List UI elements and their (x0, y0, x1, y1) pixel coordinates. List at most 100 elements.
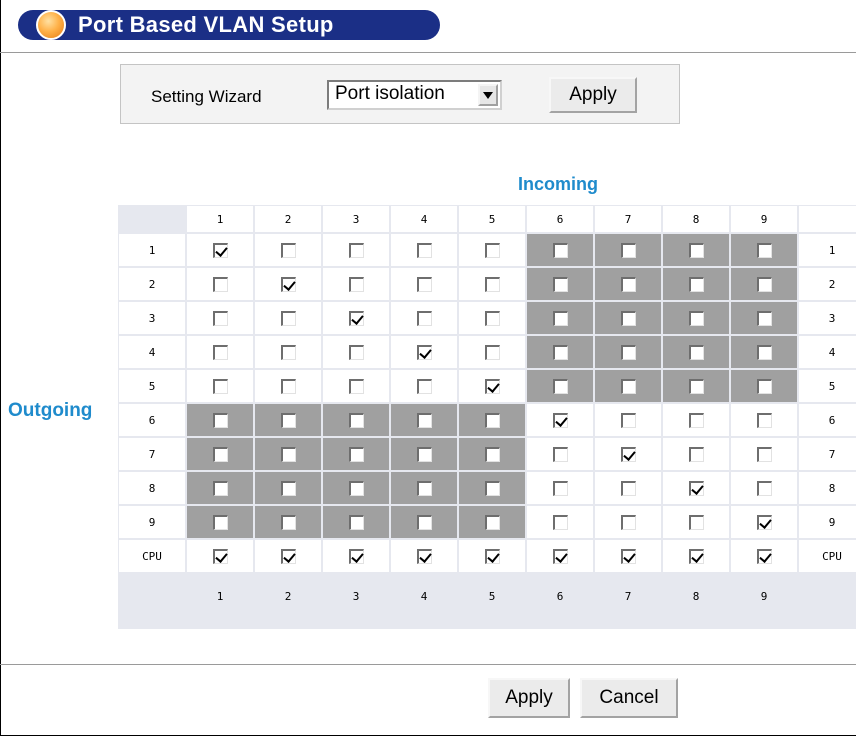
port-checkbox[interactable] (212, 480, 228, 496)
port-checkbox[interactable] (756, 446, 772, 462)
port-checkbox[interactable] (688, 276, 704, 292)
port-checkbox[interactable] (212, 548, 228, 564)
port-checkbox[interactable] (688, 514, 704, 530)
port-checkbox[interactable] (212, 344, 228, 360)
port-checkbox[interactable] (756, 310, 772, 326)
port-checkbox[interactable] (484, 242, 500, 258)
port-checkbox[interactable] (212, 378, 228, 394)
port-checkbox[interactable] (688, 446, 704, 462)
port-checkbox[interactable] (552, 276, 568, 292)
port-checkbox[interactable] (280, 310, 296, 326)
port-checkbox[interactable] (416, 480, 432, 496)
port-checkbox[interactable] (348, 378, 364, 394)
port-checkbox[interactable] (348, 548, 364, 564)
apply-button[interactable]: Apply (488, 678, 570, 718)
port-checkbox[interactable] (484, 412, 500, 428)
port-checkbox[interactable] (484, 514, 500, 530)
port-checkbox[interactable] (688, 344, 704, 360)
port-checkbox[interactable] (756, 412, 772, 428)
port-checkbox[interactable] (620, 276, 636, 292)
matrix-cell (595, 370, 661, 402)
port-checkbox[interactable] (484, 548, 500, 564)
port-checkbox[interactable] (348, 276, 364, 292)
setting-wizard-select[interactable]: Port isolation (327, 80, 502, 110)
port-checkbox[interactable] (416, 514, 432, 530)
port-checkbox[interactable] (212, 310, 228, 326)
port-checkbox[interactable] (620, 548, 636, 564)
port-checkbox[interactable] (212, 412, 228, 428)
port-checkbox[interactable] (620, 344, 636, 360)
port-checkbox[interactable] (620, 378, 636, 394)
port-checkbox[interactable] (756, 276, 772, 292)
port-checkbox[interactable] (416, 548, 432, 564)
port-checkbox[interactable] (688, 412, 704, 428)
port-checkbox[interactable] (552, 412, 568, 428)
port-checkbox[interactable] (348, 480, 364, 496)
port-checkbox[interactable] (484, 446, 500, 462)
port-checkbox[interactable] (552, 514, 568, 530)
port-checkbox[interactable] (620, 446, 636, 462)
port-checkbox[interactable] (348, 344, 364, 360)
port-checkbox[interactable] (212, 276, 228, 292)
port-checkbox[interactable] (416, 242, 432, 258)
port-checkbox[interactable] (756, 548, 772, 564)
port-checkbox[interactable] (212, 242, 228, 258)
port-checkbox[interactable] (756, 344, 772, 360)
port-checkbox[interactable] (756, 514, 772, 530)
port-checkbox[interactable] (416, 412, 432, 428)
port-checkbox[interactable] (416, 378, 432, 394)
port-checkbox[interactable] (620, 310, 636, 326)
port-checkbox[interactable] (620, 412, 636, 428)
row-header-right: 8 (799, 472, 856, 504)
port-checkbox[interactable] (416, 310, 432, 326)
port-checkbox[interactable] (552, 310, 568, 326)
port-checkbox[interactable] (280, 548, 296, 564)
port-checkbox[interactable] (280, 378, 296, 394)
port-checkbox[interactable] (688, 242, 704, 258)
port-checkbox[interactable] (688, 480, 704, 496)
port-checkbox[interactable] (280, 480, 296, 496)
port-checkbox[interactable] (348, 446, 364, 462)
port-checkbox[interactable] (212, 446, 228, 462)
port-checkbox[interactable] (484, 310, 500, 326)
port-checkbox[interactable] (552, 378, 568, 394)
matrix-cell (595, 234, 661, 266)
dropdown-arrow-icon[interactable] (478, 84, 498, 106)
port-checkbox[interactable] (280, 344, 296, 360)
port-checkbox[interactable] (280, 412, 296, 428)
port-checkbox[interactable] (756, 242, 772, 258)
port-checkbox[interactable] (280, 276, 296, 292)
port-checkbox[interactable] (212, 514, 228, 530)
port-checkbox[interactable] (348, 514, 364, 530)
port-checkbox[interactable] (620, 514, 636, 530)
port-checkbox[interactable] (416, 276, 432, 292)
port-checkbox[interactable] (552, 344, 568, 360)
port-checkbox[interactable] (620, 242, 636, 258)
port-checkbox[interactable] (552, 446, 568, 462)
outgoing-label: Outgoing (8, 400, 93, 421)
port-checkbox[interactable] (416, 446, 432, 462)
port-checkbox[interactable] (552, 480, 568, 496)
matrix-cell (255, 506, 321, 538)
port-checkbox[interactable] (280, 242, 296, 258)
port-checkbox[interactable] (280, 446, 296, 462)
port-checkbox[interactable] (552, 548, 568, 564)
port-checkbox[interactable] (688, 310, 704, 326)
port-checkbox[interactable] (416, 344, 432, 360)
port-checkbox[interactable] (688, 548, 704, 564)
port-checkbox[interactable] (756, 378, 772, 394)
port-checkbox[interactable] (348, 242, 364, 258)
port-checkbox[interactable] (484, 276, 500, 292)
wizard-apply-button[interactable]: Apply (549, 77, 637, 113)
port-checkbox[interactable] (348, 412, 364, 428)
port-checkbox[interactable] (620, 480, 636, 496)
port-checkbox[interactable] (280, 514, 296, 530)
cancel-button[interactable]: Cancel (580, 678, 678, 718)
port-checkbox[interactable] (484, 378, 500, 394)
port-checkbox[interactable] (552, 242, 568, 258)
port-checkbox[interactable] (348, 310, 364, 326)
port-checkbox[interactable] (688, 378, 704, 394)
port-checkbox[interactable] (484, 480, 500, 496)
port-checkbox[interactable] (484, 344, 500, 360)
port-checkbox[interactable] (756, 480, 772, 496)
